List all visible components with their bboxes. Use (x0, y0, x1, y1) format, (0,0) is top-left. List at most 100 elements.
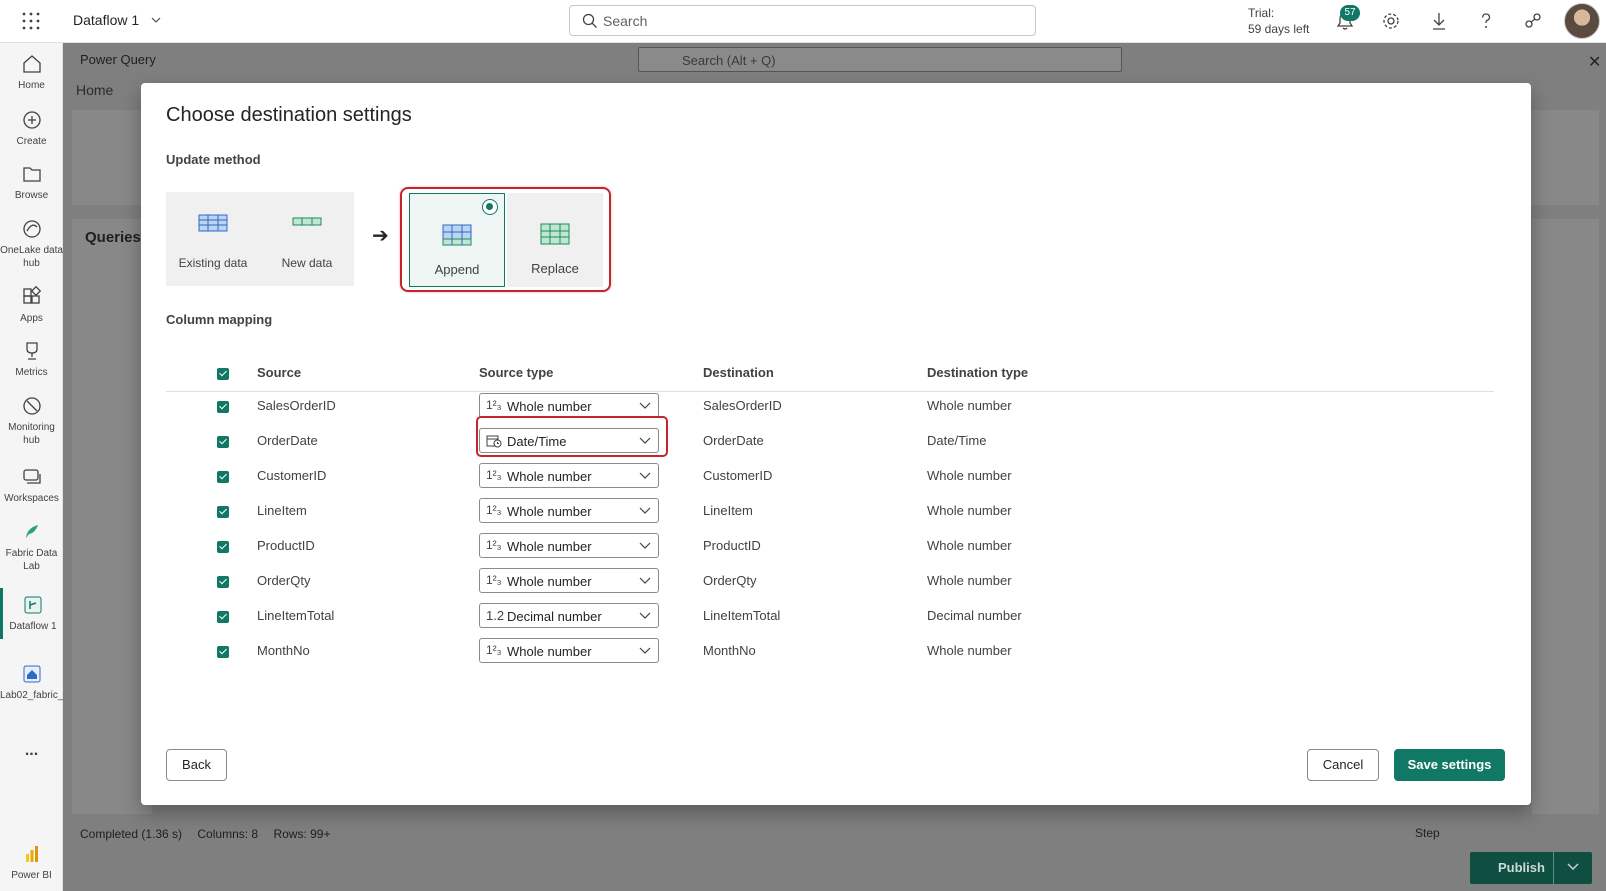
table-icon (198, 214, 228, 232)
nav-create[interactable]: Create (0, 109, 63, 148)
gear-icon[interactable] (1380, 10, 1402, 32)
user-avatar[interactable] (1564, 3, 1600, 39)
power-query-search: Search (Alt + Q) (638, 47, 1122, 72)
column-mapping-header: Source Source type Destination Destinati… (166, 359, 1494, 392)
destination-settings-dialog: Choose destination settings Update metho… (141, 83, 1531, 805)
left-nav-rail: Home Create Browse OneLake data hub Apps… (0, 43, 109, 891)
replace-option[interactable]: Replace (507, 193, 603, 287)
source-type-value: Whole number (507, 574, 592, 589)
row-checkbox[interactable] (217, 611, 229, 623)
nav-monitoring[interactable]: Monitoring hub (0, 395, 63, 447)
row-checkbox[interactable] (217, 401, 229, 413)
download-icon[interactable] (1428, 10, 1450, 32)
header-source-type: Source type (479, 365, 554, 380)
nav-more[interactable]: ... (0, 742, 63, 759)
source-type-dropdown[interactable]: 1²₃ Whole number (479, 498, 659, 523)
nav-fabric-data-lab[interactable]: Fabric Data Lab (0, 521, 63, 573)
workspaces-icon (22, 469, 41, 484)
more-icon: ... (24, 742, 39, 759)
new-data-label: New data (281, 256, 333, 270)
row-source: MonthNo (257, 643, 310, 658)
nav-apps[interactable]: Apps (0, 286, 63, 325)
nav-lakehouse[interactable]: Lab02_fabric_lakehouse (0, 663, 109, 702)
publish-divider (1553, 852, 1554, 884)
chevron-down-icon (639, 647, 651, 654)
power-query-title: Power Query (80, 52, 156, 67)
whole-number-icon: 1²₃ (486, 538, 502, 552)
share-feedback-icon[interactable] (1522, 10, 1544, 32)
row-destination: LineItemTotal (703, 608, 781, 623)
nav-apps-label: Apps (20, 313, 43, 324)
chevron-down-icon (151, 17, 161, 23)
append-label: Append (434, 262, 480, 277)
decimal-number-icon: 1.2 (486, 608, 505, 623)
trial-status[interactable]: Trial: 59 days left (1248, 5, 1309, 37)
column-mapping-heading: Column mapping (166, 312, 273, 327)
table-row: ProductID 1²₃ Whole number ProductID Who… (166, 529, 1494, 564)
select-all-checkbox[interactable] (217, 368, 229, 380)
global-search-input[interactable]: Search (569, 5, 1036, 36)
help-icon[interactable] (1475, 10, 1497, 32)
row-source: LineItemTotal (257, 608, 335, 623)
source-type-value: Decimal number (507, 609, 602, 624)
source-type-value: Whole number (507, 399, 592, 414)
row-checkbox[interactable] (217, 471, 229, 483)
dataflow-icon (24, 596, 42, 614)
step-toggle: Step (1415, 826, 1440, 840)
nav-workspaces[interactable]: Workspaces (0, 466, 63, 505)
row-source: SalesOrderID (257, 398, 336, 413)
nav-power-bi-label: Power BI (11, 870, 52, 881)
row-destination: SalesOrderID (703, 398, 782, 413)
power-bi-icon (25, 846, 38, 862)
whole-number-icon: 1²₃ (486, 468, 502, 482)
nav-onelake[interactable]: OneLake data hub (0, 218, 63, 270)
row-destination-type: Whole number (927, 573, 1012, 588)
replace-label: Replace (531, 261, 579, 276)
source-type-dropdown[interactable]: 1²₃ Whole number (479, 533, 659, 558)
nav-browse[interactable]: Browse (0, 163, 63, 202)
step-label: Step (1415, 826, 1440, 840)
nav-dataflow-1-label: Dataflow 1 (9, 621, 57, 632)
trial-label: Trial: (1248, 6, 1275, 20)
back-button[interactable]: Back (166, 749, 227, 781)
fabric-icon (25, 525, 38, 538)
source-type-dropdown[interactable]: 1²₃ Whole number (479, 393, 659, 418)
source-type-dropdown[interactable]: 1.2 Decimal number (479, 603, 659, 628)
nav-workspaces-label: Workspaces (4, 493, 59, 504)
app-launcher-icon[interactable] (22, 12, 40, 30)
update-method-heading: Update method (166, 152, 261, 167)
whole-number-icon: 1²₃ (486, 503, 502, 517)
queries-pane: Queries (72, 219, 152, 814)
cancel-button[interactable]: Cancel (1307, 749, 1379, 781)
update-method-diagram: Existing data New data (166, 192, 354, 286)
nav-home[interactable]: Home (0, 53, 63, 92)
row-checkbox[interactable] (217, 436, 229, 448)
queries-title: Queries (85, 229, 141, 246)
nav-metrics[interactable]: Metrics (0, 340, 63, 379)
dialog-title: Choose destination settings (166, 104, 412, 126)
row-checkbox[interactable] (217, 646, 229, 658)
row-checkbox[interactable] (217, 506, 229, 518)
status-bar: Completed (1.36 s) Columns: 8 Rows: 99+ (80, 827, 342, 841)
nav-metrics-label: Metrics (15, 367, 48, 378)
app-title[interactable]: Dataflow 1 (73, 12, 161, 28)
nav-dataflow-1[interactable]: Dataflow 1 (0, 588, 63, 639)
append-radio[interactable] (482, 199, 498, 215)
save-settings-button[interactable]: Save settings (1394, 749, 1505, 781)
top-bar: Dataflow 1 Search Trial: 59 days left 57 (0, 0, 1606, 43)
folder-icon (22, 167, 41, 182)
row-checkbox[interactable] (217, 576, 229, 588)
source-type-value: Whole number (507, 539, 592, 554)
source-type-dropdown[interactable]: 1²₃ Whole number (479, 638, 659, 663)
search-placeholder: Search (603, 13, 648, 29)
source-type-dropdown[interactable]: 1²₃ Whole number (479, 463, 659, 488)
source-type-dropdown[interactable]: 1²₃ Whole number (479, 568, 659, 593)
row-checkbox[interactable] (217, 541, 229, 553)
arrow-right-icon: ➔ (372, 225, 389, 247)
row-source: OrderDate (257, 433, 318, 448)
nav-onelake-label: OneLake data hub (0, 245, 63, 269)
monitoring-icon (22, 397, 41, 415)
nav-power-bi[interactable]: Power BI (0, 843, 63, 882)
append-option[interactable]: Append (409, 193, 505, 287)
publish-button: Publish (1470, 852, 1592, 884)
